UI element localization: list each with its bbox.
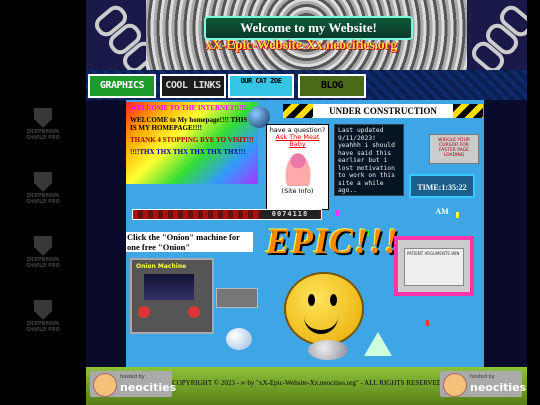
shield-watermark-icon: DEEPBRAIN SHIELD PRO [23, 300, 63, 336]
site-name: xX-Epic-Website-Xx.neocities.org [205, 38, 397, 53]
nav-cool-links-button[interactable]: COOL LINKS [160, 74, 226, 98]
onion-instructions: Click the "Onion" machine for one free "… [126, 232, 253, 252]
machine-pipe-icon [216, 288, 258, 308]
machine-button-icon[interactable] [188, 306, 200, 318]
question-box: have a question? Ask The Meat Baby (Site… [266, 124, 329, 210]
meat-baby-icon[interactable] [282, 150, 313, 186]
header-banner: Welcome to my Website! xX-Epic-Website-X… [86, 0, 527, 70]
crystal-ball-icon [226, 328, 252, 350]
left-gutter: DEEPBRAIN SHIELD PRO DEEPBRAIN SHIELD PR… [0, 0, 86, 405]
onion-machine-label: Onion Machine [136, 263, 187, 270]
ask-meat-baby-link[interactable]: Ask The Meat Baby [267, 134, 328, 148]
nav-bar: GRAPHICS COOL LINKS OUR CAT ZOE BLOG [86, 70, 527, 100]
neocities-cat-icon [93, 373, 117, 397]
cursor-widget: WIGGLE YOUR CURSOR FOR FASTER PAGE LOADI… [429, 134, 479, 164]
nav-graphics-button[interactable]: GRAPHICS [88, 74, 156, 98]
intro-line-4: !!!!THX THX THX THX THX THX!!! [130, 148, 246, 156]
nav-blog-button[interactable]: BLOG [298, 74, 366, 98]
photo-frame: PATIENT ARGUMENTS WIN [394, 236, 474, 296]
footer: hosted by neocities COPYRIGHT © 2023 - ∞… [86, 367, 527, 405]
site-info-caption: (Site Info) [281, 187, 314, 195]
welcome-banner: Welcome to my Website! [204, 16, 413, 40]
intro-line-2: WELCOME to My homepage!!!! THIS IS MY HO… [130, 116, 248, 132]
chain-left-icon [86, 0, 146, 70]
epic-text: EPIC!!! [266, 221, 400, 261]
pyramid-icon [364, 332, 392, 356]
intro-line-3: THANK 4 STOPPING BYE TO VISIT!!! [130, 136, 254, 144]
shield-watermark-icon: DEEPBRAIN SHIELD PRO [23, 108, 63, 144]
chain-right-icon [467, 0, 527, 70]
onion-machine[interactable]: Onion Machine [130, 258, 214, 334]
hosted-by-neocities-badge-left[interactable]: hosted by neocities [90, 371, 176, 397]
content-area: WELCOME TO THE INTERNET!!!!! WELCOME to … [126, 100, 484, 367]
hosted-by-neocities-badge-right[interactable]: hosted by neocities [440, 371, 526, 397]
clock-display: TIME:1:35:22 AM [409, 174, 475, 216]
shield-watermark-icon: DEEPBRAIN SHIELD PRO [23, 236, 63, 272]
main-column: Welcome to my Website! xX-Epic-Website-X… [86, 0, 527, 405]
intro-box: WELCOME TO THE INTERNET!!!!! WELCOME to … [126, 102, 258, 184]
visitor-counter: 0074118 [132, 209, 322, 220]
counter-value: 0074118 [261, 210, 319, 219]
smiley-icon [284, 272, 364, 346]
right-gutter-edge [527, 0, 540, 405]
disc-icon [308, 340, 348, 360]
onion-machine-screen [144, 274, 194, 300]
copyright-text: COPYRIGHT © 2023 - ∞ by "xX-Epic-Website… [172, 379, 442, 387]
neocities-cat-icon [443, 373, 467, 397]
shield-watermark-icon: DEEPBRAIN SHIELD PRO [23, 172, 63, 208]
machine-button-icon[interactable] [138, 306, 150, 318]
intro-line-1: WELCOME TO THE INTERNET!!!!! [130, 104, 247, 112]
nav-our-cat-button[interactable]: OUR CAT ZOE [228, 74, 294, 98]
under-construction-banner: UNDER CONSTRUCTION [283, 104, 483, 118]
update-note: Last updated 9/11/2023! yeahhh i should … [334, 124, 404, 196]
